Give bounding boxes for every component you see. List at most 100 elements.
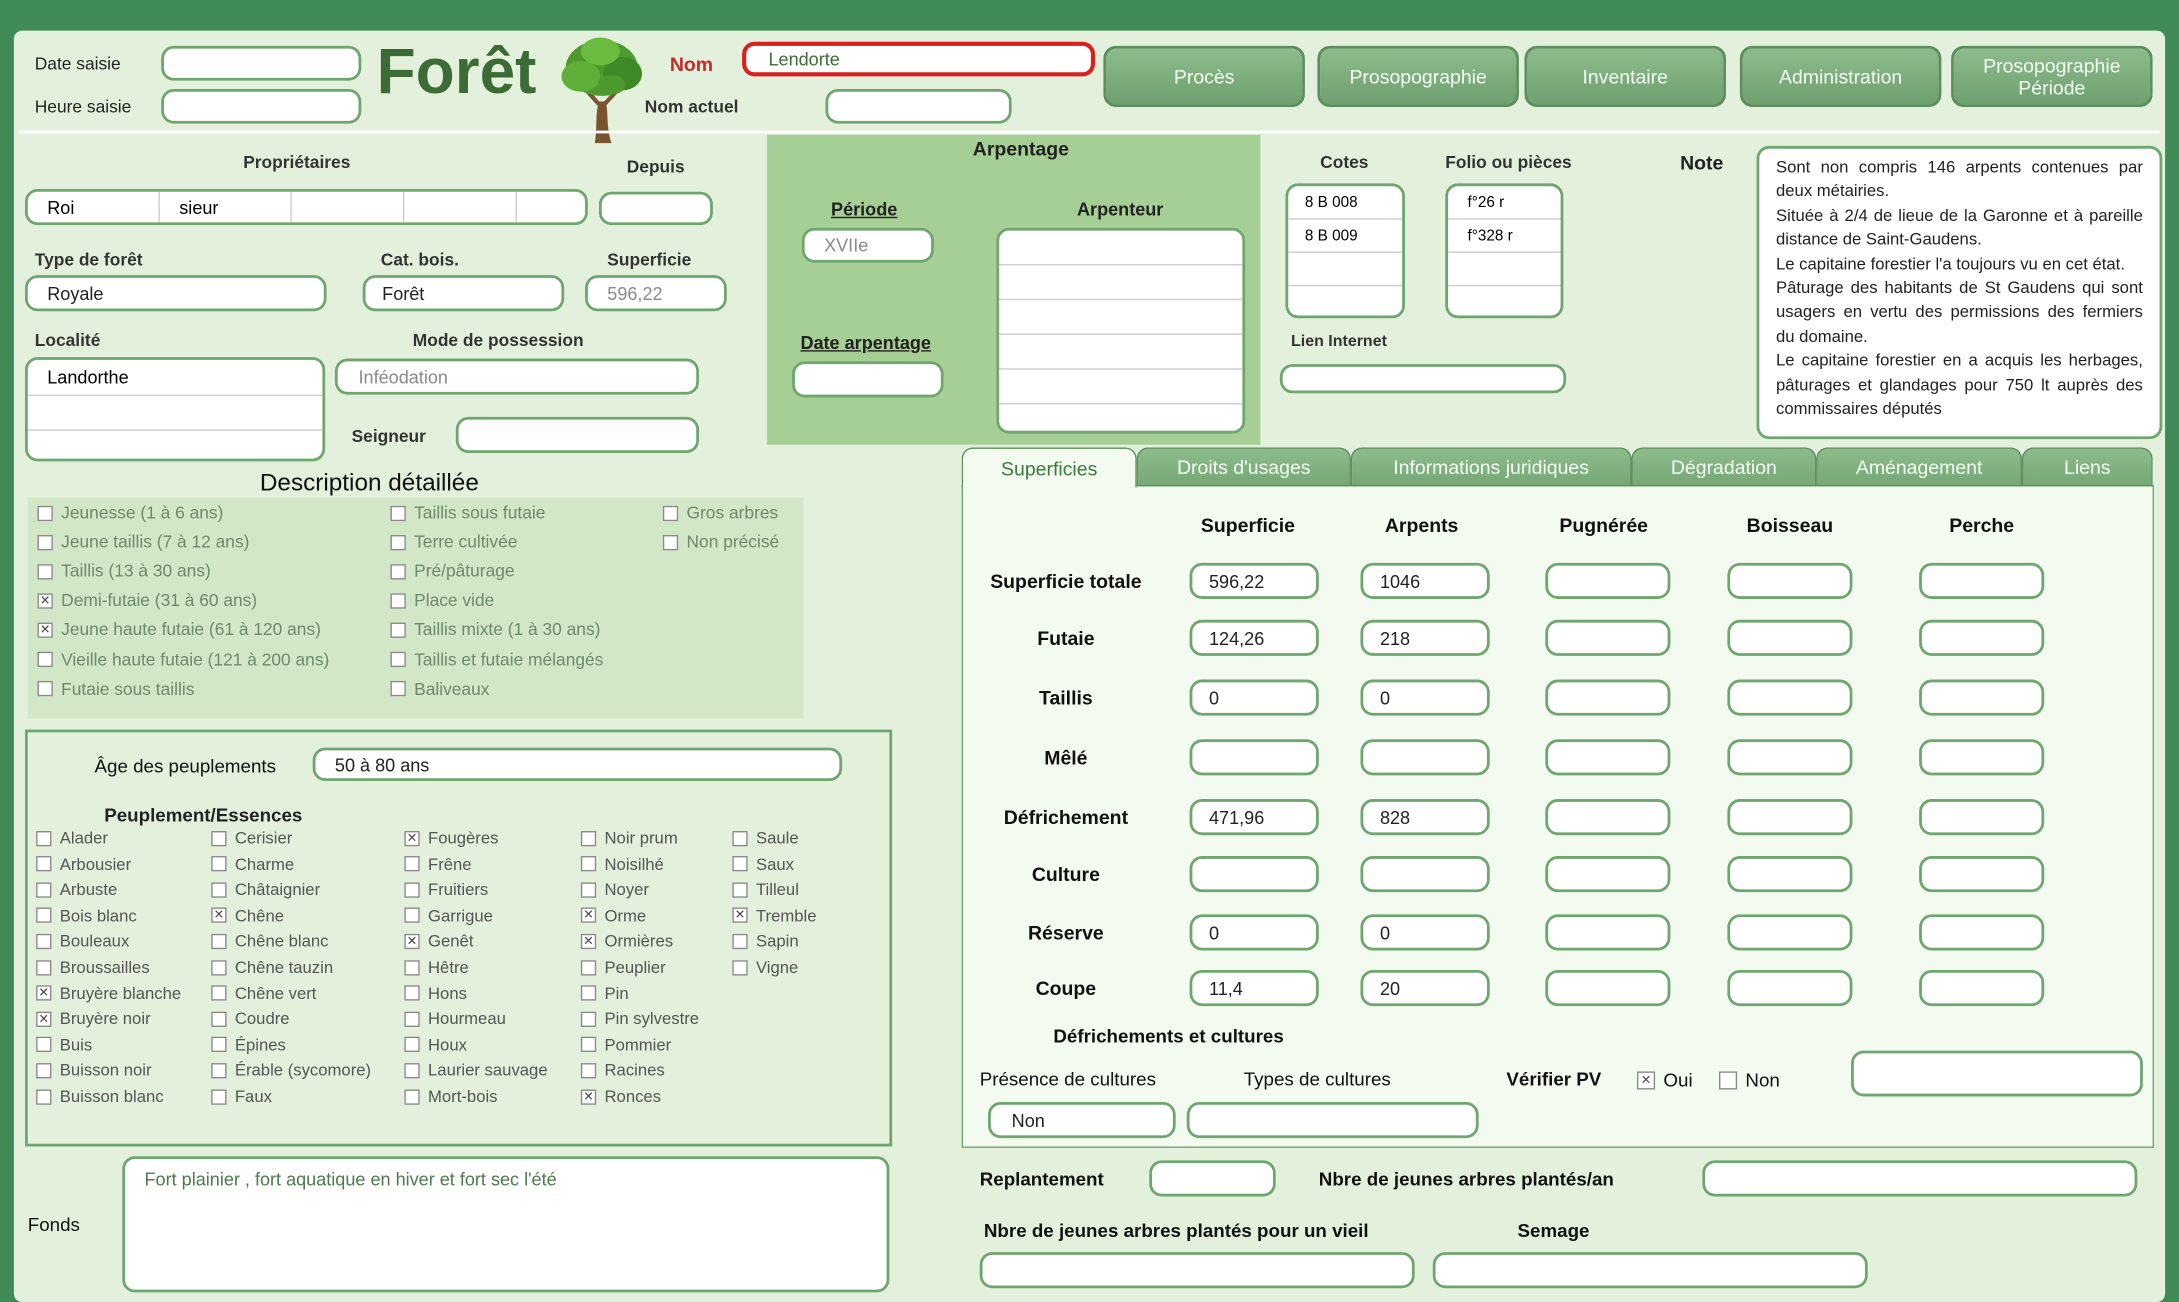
- arpents-input[interactable]: 20: [1360, 969, 1490, 1007]
- date-arpentage-input[interactable]: [792, 361, 944, 398]
- arpents-input[interactable]: [1360, 739, 1490, 776]
- essence-checkbox[interactable]: Hêtre: [404, 957, 469, 977]
- checkbox-box[interactable]: [390, 651, 406, 668]
- checkbox-box[interactable]: [404, 1088, 420, 1105]
- essence-checkbox[interactable]: Faux: [211, 1087, 272, 1106]
- description-checkbox[interactable]: Place vide: [390, 591, 494, 610]
- checkbox-box[interactable]: [732, 959, 748, 975]
- essence-checkbox[interactable]: Bois blanc: [36, 906, 137, 925]
- description-checkbox[interactable]: Taillis (13 à 30 ans): [37, 562, 211, 581]
- cote-item[interactable]: 8 B 009: [1288, 220, 1403, 253]
- essence-checkbox[interactable]: Coudre: [211, 1009, 290, 1029]
- essence-checkbox[interactable]: Cerisier: [211, 828, 292, 848]
- cote-item[interactable]: 8 B 008: [1288, 186, 1403, 220]
- description-checkbox[interactable]: Taillis sous futaie: [390, 503, 545, 523]
- essence-checkbox[interactable]: ✕ Fougères: [404, 828, 498, 848]
- essence-checkbox[interactable]: Arbousier: [36, 854, 131, 874]
- prosopographie-periode-button[interactable]: Prosopographie Période: [1951, 45, 2153, 108]
- pugneree-input[interactable]: [1545, 619, 1671, 656]
- checkbox-box[interactable]: [404, 1011, 420, 1027]
- superficie-input[interactable]: 596,22: [585, 275, 727, 312]
- seigneur-input[interactable]: [455, 416, 700, 454]
- checkbox-box[interactable]: [36, 1037, 52, 1053]
- heure-saisie-input[interactable]: [161, 88, 362, 124]
- boisseau-input[interactable]: [1727, 914, 1853, 951]
- checkbox-box[interactable]: [211, 933, 227, 949]
- checkbox-box[interactable]: [36, 1062, 52, 1079]
- description-checkbox[interactable]: Jeunesse (1 à 6 ans): [37, 503, 223, 523]
- checkbox-box[interactable]: [36, 1088, 52, 1105]
- checkbox-box[interactable]: ✕: [36, 985, 52, 1001]
- checkbox-box[interactable]: [580, 882, 597, 898]
- essence-checkbox[interactable]: Buisson noir: [36, 1061, 152, 1080]
- checkbox-box[interactable]: [211, 959, 227, 975]
- checkbox-box[interactable]: [732, 856, 748, 872]
- description-checkbox[interactable]: Baliveaux: [390, 679, 489, 698]
- checkbox-box[interactable]: [36, 882, 52, 898]
- age-input[interactable]: 50 à 80 ans: [312, 747, 843, 781]
- pugneree-input[interactable]: [1545, 914, 1671, 951]
- proprietaire-cell[interactable]: [404, 191, 517, 223]
- essence-checkbox[interactable]: Épines: [211, 1035, 286, 1054]
- checkbox-box[interactable]: [211, 882, 227, 898]
- arpenteur-list[interactable]: [996, 227, 1246, 434]
- arpents-input[interactable]: 1046: [1360, 562, 1490, 599]
- essence-checkbox[interactable]: Pommier: [580, 1035, 671, 1054]
- arpenteur-row[interactable]: [999, 265, 1243, 301]
- essence-checkbox[interactable]: Chêne blanc: [211, 932, 329, 951]
- essence-checkbox[interactable]: Chêne vert: [211, 983, 316, 1003]
- checkbox-box[interactable]: ✕: [37, 622, 53, 638]
- pugneree-input[interactable]: [1545, 856, 1671, 893]
- checkbox-box[interactable]: ✕: [580, 1088, 597, 1105]
- perche-input[interactable]: [1919, 619, 2045, 656]
- superficie-input[interactable]: 0: [1189, 914, 1319, 951]
- checkbox-box[interactable]: [36, 933, 52, 949]
- perche-input[interactable]: [1919, 969, 2045, 1007]
- arpenteur-row[interactable]: [999, 231, 1243, 266]
- proprietaire-cell[interactable]: [292, 191, 405, 223]
- nbre-vieil-input[interactable]: [979, 1252, 1415, 1289]
- checkbox-box[interactable]: [580, 856, 597, 872]
- checkbox-box[interactable]: [37, 563, 53, 580]
- essence-checkbox[interactable]: Chêne tauzin: [211, 957, 333, 977]
- checkbox-box[interactable]: [404, 985, 420, 1001]
- essence-checkbox[interactable]: Vigne: [732, 957, 798, 977]
- essence-checkbox[interactable]: Érable (sycomore): [211, 1061, 371, 1080]
- essence-checkbox[interactable]: Saux: [732, 854, 794, 874]
- checkbox-box[interactable]: [211, 1037, 227, 1053]
- proprietaire-cell[interactable]: [517, 192, 585, 223]
- checkbox-box[interactable]: [211, 830, 227, 846]
- essence-checkbox[interactable]: Mort-bois: [404, 1087, 498, 1106]
- arpenteur-row[interactable]: [999, 370, 1243, 405]
- checkbox-box[interactable]: [390, 681, 406, 697]
- administration-button[interactable]: Administration: [1739, 45, 1942, 108]
- essence-checkbox[interactable]: Châtaignier: [211, 880, 320, 899]
- proces-button[interactable]: Procès: [1103, 45, 1305, 108]
- essence-checkbox[interactable]: Hons: [404, 983, 467, 1003]
- checkbox-box[interactable]: [732, 933, 748, 949]
- nbre-an-input[interactable]: [1702, 1160, 2138, 1197]
- checkbox-box[interactable]: [211, 1088, 227, 1105]
- essence-checkbox[interactable]: Houx: [404, 1035, 467, 1054]
- checkbox-box[interactable]: [37, 681, 53, 697]
- perche-input[interactable]: [1919, 914, 2045, 951]
- prosopographie-button[interactable]: Prosopographie: [1317, 45, 1519, 108]
- inventaire-button[interactable]: Inventaire: [1524, 45, 1726, 108]
- depuis-input[interactable]: [598, 191, 713, 226]
- proprietaire-cell[interactable]: sieur: [160, 191, 292, 223]
- verifier-pv-oui-checkbox[interactable]: ✕ Oui: [1637, 1070, 1693, 1091]
- verifier-pv-input[interactable]: [1851, 1050, 2143, 1097]
- checkbox-box[interactable]: [390, 622, 406, 638]
- essence-checkbox[interactable]: Charme: [211, 854, 294, 874]
- folio-list[interactable]: f°26 r f°328 r: [1445, 183, 1564, 319]
- boisseau-input[interactable]: [1727, 679, 1853, 716]
- arpents-input[interactable]: 0: [1360, 679, 1490, 716]
- checkbox-box[interactable]: [732, 830, 748, 846]
- tab-superficies[interactable]: Superficies: [961, 447, 1137, 488]
- checkbox-box[interactable]: [390, 563, 406, 580]
- checkbox-box[interactable]: [37, 651, 53, 668]
- superficie-input[interactable]: 596,22: [1189, 562, 1319, 599]
- superficie-input[interactable]: 0: [1189, 679, 1319, 716]
- essence-checkbox[interactable]: Alader: [36, 828, 108, 848]
- lien-internet-input[interactable]: [1279, 364, 1567, 394]
